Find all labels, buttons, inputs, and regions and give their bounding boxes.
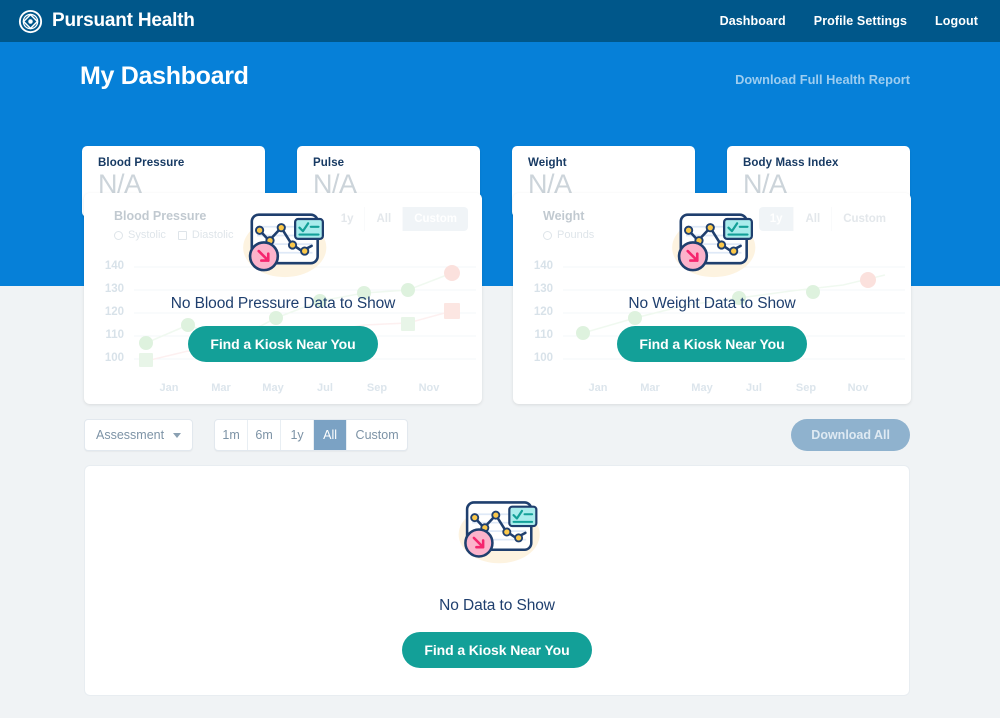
weight-empty-state: No Weight Data to Show Find a Kiosk Near… bbox=[513, 193, 911, 404]
find-kiosk-button[interactable]: Find a Kiosk Near You bbox=[617, 326, 807, 362]
time-range-1y[interactable]: 1y bbox=[281, 420, 315, 450]
pursuant-emblem-icon bbox=[18, 9, 43, 34]
chevron-down-icon bbox=[173, 432, 182, 438]
results-empty-panel: No Data to Show Find a Kiosk Near You bbox=[84, 465, 910, 696]
filter-toolbar: Assessment 1m 6m 1y All Custom Download … bbox=[84, 419, 910, 451]
blood-pressure-chart-card: 140 130 120 110 100 Jan Mar May Jul Sep … bbox=[84, 193, 482, 404]
time-range-1m[interactable]: 1m bbox=[215, 420, 249, 450]
find-kiosk-button[interactable]: Find a Kiosk Near You bbox=[188, 326, 378, 362]
time-range-all[interactable]: All bbox=[314, 420, 348, 450]
assessment-select[interactable]: Assessment bbox=[84, 419, 194, 451]
stat-label: Blood Pressure bbox=[98, 157, 185, 169]
blood-pressure-empty-state: No Blood Pressure Data to Show Find a Ki… bbox=[84, 193, 482, 404]
dashboard-page: Pursuant Health Dashboard Profile Settin… bbox=[0, 0, 1000, 718]
brand-name: Pursuant Health bbox=[52, 10, 195, 31]
nav-link-dashboard[interactable]: Dashboard bbox=[720, 14, 786, 28]
no-data-chart-illustration bbox=[446, 494, 549, 575]
stat-label: Pulse bbox=[313, 157, 345, 169]
empty-state-message: No Blood Pressure Data to Show bbox=[170, 295, 396, 312]
stat-label: Body Mass Index bbox=[743, 157, 839, 169]
assessment-select-label: Assessment bbox=[96, 428, 165, 442]
time-range-custom[interactable]: Custom bbox=[347, 420, 407, 450]
hero-header-row: My Dashboard Download Full Health Report bbox=[80, 62, 910, 91]
download-all-button[interactable]: Download All bbox=[791, 419, 910, 451]
stat-label: Weight bbox=[528, 157, 567, 169]
find-kiosk-button[interactable]: Find a Kiosk Near You bbox=[402, 631, 592, 668]
page-title: My Dashboard bbox=[80, 62, 249, 90]
nav-links: Dashboard Profile Settings Logout bbox=[720, 14, 978, 28]
brand-logo[interactable]: Pursuant Health bbox=[18, 9, 195, 34]
weight-chart-card: 140 130 120 110 100 Jan Mar May Jul Sep … bbox=[513, 193, 911, 404]
empty-state-message: No Data to Show bbox=[439, 596, 555, 614]
nav-link-logout[interactable]: Logout bbox=[935, 14, 978, 28]
nav-link-profile-settings[interactable]: Profile Settings bbox=[814, 14, 907, 28]
time-range-segmented-control: 1m 6m 1y All Custom bbox=[214, 419, 409, 451]
top-navigation-bar: Pursuant Health Dashboard Profile Settin… bbox=[0, 0, 1000, 42]
no-data-chart-illustration bbox=[230, 206, 336, 289]
time-range-6m[interactable]: 6m bbox=[248, 420, 282, 450]
no-data-chart-illustration bbox=[659, 206, 765, 289]
download-full-health-report-link[interactable]: Download Full Health Report bbox=[735, 72, 910, 87]
empty-state-message: No Weight Data to Show bbox=[628, 295, 796, 312]
